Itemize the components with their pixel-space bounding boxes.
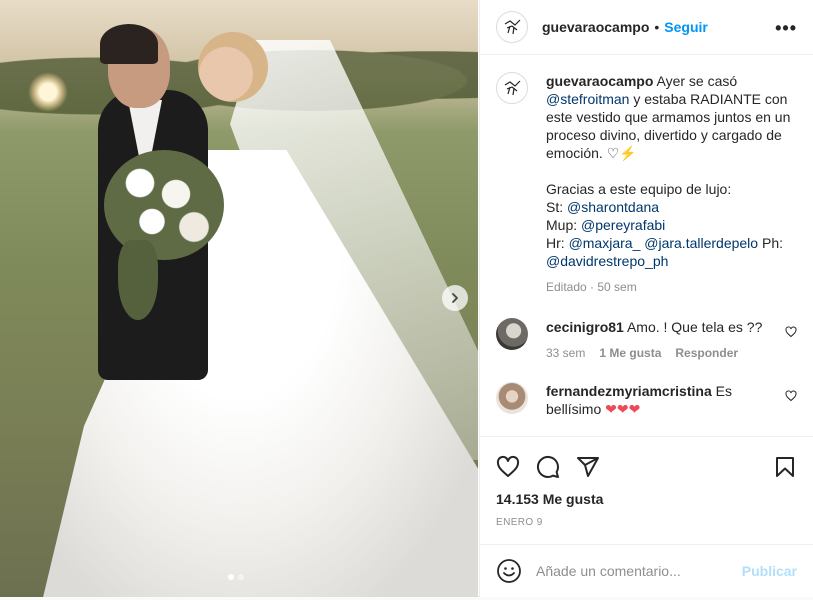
credit-label: Ph:: [758, 235, 783, 251]
comment-text: Es: [711, 383, 732, 399]
action-icons: [496, 447, 797, 487]
follow-button[interactable]: Seguir: [664, 19, 708, 35]
author-avatar-small[interactable]: [496, 72, 528, 104]
comment-icon: [536, 455, 559, 478]
commenter-avatar[interactable]: [496, 318, 528, 350]
caption-credit-ph: @davidrestrepo_ph: [546, 252, 796, 270]
share-button[interactable]: [576, 455, 600, 479]
post-actions: 14.153 Me gusta ENERO 9: [480, 436, 813, 528]
carousel-indicator: [228, 574, 244, 580]
comment-likes[interactable]: 1 Me gusta: [599, 344, 661, 362]
comment-username[interactable]: cecinigro81: [546, 319, 624, 335]
caption-body: guevaraocampo Ayer se casó @stefroitman …: [546, 72, 796, 296]
credit-label: Hr:: [546, 235, 569, 251]
emoji-icon[interactable]: [496, 558, 522, 584]
carousel-dot: [238, 574, 244, 580]
paper-plane-icon: [577, 457, 599, 477]
bouquet: [104, 150, 224, 260]
commenter-avatar[interactable]: [496, 382, 528, 414]
comment-body: cecinigro81 Amo. ! Que tela es ?? 33 sem…: [546, 318, 762, 362]
caption-credit-st: St: @sharontdana: [546, 198, 796, 216]
like-button[interactable]: [496, 455, 520, 479]
heart-icon[interactable]: [785, 326, 797, 338]
add-comment-bar: Publicar: [480, 544, 813, 597]
mention-link[interactable]: @jara.tallerdepelo: [644, 235, 758, 251]
author-avatar[interactable]: [496, 11, 528, 43]
caption: guevaraocampo Ayer se casó @stefroitman …: [496, 72, 797, 296]
separator-dot: •: [654, 19, 660, 35]
caption-credits-title: Gracias a este equipo de lujo:: [546, 181, 732, 197]
post-side-panel: guevaraocampo • Seguir ••• guevaraocampo…: [479, 0, 813, 597]
bookmark-icon: [776, 457, 794, 477]
post-header: guevaraocampo • Seguir •••: [480, 0, 813, 55]
bride-face: [198, 32, 268, 102]
credit-label: St:: [546, 199, 568, 215]
caption-credit-hr: Hr: @maxjara_ @jara.tallerdepelo Ph:: [546, 234, 796, 252]
post-date[interactable]: ENERO 9: [496, 517, 797, 528]
comment-username[interactable]: fernandezmyriamcristina: [546, 383, 712, 399]
chevron-right-icon: [452, 293, 458, 303]
comment-input[interactable]: [536, 563, 742, 579]
comment-text: Amo. ! Que tela es ??: [623, 319, 763, 335]
credit-label: Mup:: [546, 217, 582, 233]
mention-link[interactable]: @stefroitman: [546, 91, 629, 107]
heart-icon: [496, 455, 520, 477]
more-options-icon[interactable]: •••: [775, 18, 797, 39]
mention-link[interactable]: @sharontdana: [567, 199, 659, 215]
caption-meta: Editado · 50 sem: [546, 278, 796, 296]
heart-icon[interactable]: [785, 390, 797, 402]
caption-username[interactable]: guevaraocampo: [546, 73, 653, 89]
sun-glow: [28, 72, 68, 112]
author-username[interactable]: guevaraocampo: [542, 19, 649, 35]
comment-text: bellísimo: [546, 401, 606, 417]
bouquet-foliage: [118, 240, 158, 320]
comment-item: fernandezmyriamcristina Es bellísimo ❤❤❤: [496, 382, 797, 418]
mention-link[interactable]: @maxjara_: [569, 235, 641, 251]
post-photo[interactable]: [0, 0, 478, 597]
mention-link[interactable]: @pereyrafabi: [581, 217, 665, 233]
comment-age: 33 sem: [546, 346, 586, 360]
groom-hair: [100, 24, 158, 64]
caption-credit-mup: Mup: @pereyrafabi: [546, 216, 796, 234]
likes-count[interactable]: 14.153 Me gusta: [496, 491, 797, 507]
logo-icon: [504, 80, 521, 96]
comment-button[interactable]: [536, 455, 560, 479]
logo-icon: [504, 19, 521, 35]
caption-edited-time: Editado · 50 sem: [546, 280, 637, 294]
comment-meta: 33 sem 1 Me gusta Responder: [546, 344, 762, 362]
post-dialog: guevaraocampo • Seguir ••• guevaraocampo…: [0, 0, 813, 597]
mention-link[interactable]: @davidrestrepo_ph: [546, 253, 668, 269]
comment-body: fernandezmyriamcristina Es bellísimo ❤❤❤: [546, 382, 732, 418]
comment-item: cecinigro81 Amo. ! Que tela es ?? 33 sem…: [496, 318, 797, 362]
carousel-dot-active: [228, 574, 234, 580]
publish-button[interactable]: Publicar: [742, 563, 797, 579]
heart-emoji-icon: ❤❤❤: [605, 401, 641, 417]
carousel-next-button[interactable]: [442, 285, 468, 311]
reply-button[interactable]: Responder: [675, 344, 738, 362]
save-button[interactable]: [773, 455, 797, 479]
comments-list: guevaraocampo Ayer se casó @stefroitman …: [480, 56, 813, 436]
caption-text: guevaraocampo Ayer se casó @stefroitman …: [546, 72, 796, 162]
caption-text-1: Ayer se casó: [653, 73, 738, 89]
